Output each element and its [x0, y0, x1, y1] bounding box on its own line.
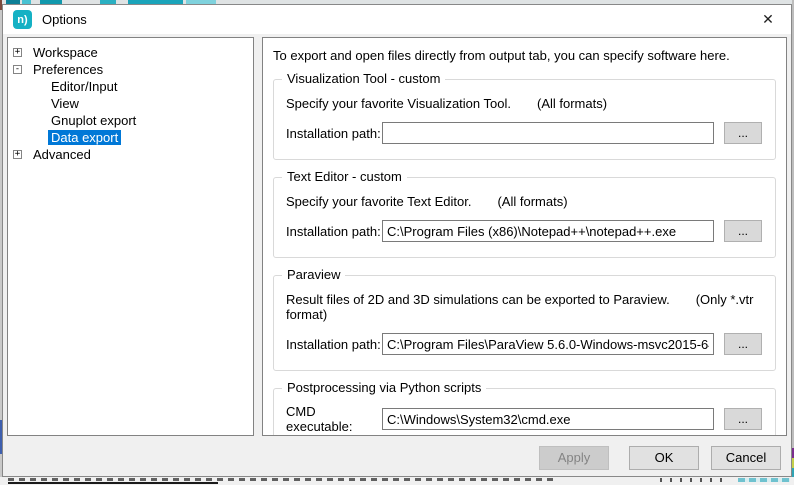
- nextnano-logo-icon: n): [13, 10, 32, 29]
- browse-button[interactable]: ...: [724, 333, 762, 355]
- tree-item-editor-input[interactable]: Editor/Input: [8, 78, 253, 95]
- close-button[interactable]: ✕: [745, 5, 791, 34]
- browse-button[interactable]: ...: [724, 408, 762, 430]
- field-row: Installation path: ...: [284, 220, 765, 242]
- tree-item-gnuplot-export[interactable]: Gnuplot export: [8, 112, 253, 129]
- group-description: Specify your favorite Visualization Tool…: [286, 96, 765, 111]
- browse-button[interactable]: ...: [724, 220, 762, 242]
- settings-tree: + Workspace - Preferences Editor/Input V…: [7, 37, 254, 436]
- intro-text: To export and open files directly from o…: [273, 48, 778, 63]
- group-description: Specify your favorite Text Editor. (All f…: [286, 194, 765, 209]
- ok-button[interactable]: OK: [629, 446, 699, 470]
- tree-item-label: Preferences: [30, 62, 106, 77]
- cancel-button[interactable]: Cancel: [711, 446, 781, 470]
- paraview-path-input[interactable]: [382, 333, 714, 355]
- screen: n) Options ✕ + Workspace - Preferences E…: [0, 0, 794, 485]
- installation-path-label: Installation path:: [286, 337, 382, 352]
- cmd-executable-label: CMD executable:: [286, 404, 382, 434]
- tree-item-data-export[interactable]: Data export: [8, 129, 253, 146]
- group-title: Text Editor - custom: [282, 169, 407, 184]
- group-paraview: Paraview Result files of 2D and 3D simul…: [273, 275, 776, 371]
- background-text-fragment: [8, 478, 558, 481]
- installation-path-label: Installation path:: [286, 224, 382, 239]
- dialog-footer: Apply OK Cancel: [3, 439, 791, 476]
- field-row: Installation path: ...: [284, 333, 765, 355]
- expand-icon[interactable]: +: [13, 48, 22, 57]
- formats-hint: (All formats): [497, 194, 567, 209]
- group-title: Visualization Tool - custom: [282, 71, 445, 86]
- group-description: Result files of 2D and 3D simulations ca…: [286, 292, 765, 322]
- group-visualization-tool: Visualization Tool - custom Specify your…: [273, 79, 776, 160]
- tree-item-label: Gnuplot export: [48, 113, 139, 128]
- tree-item-label: Workspace: [30, 45, 101, 60]
- tree-item-workspace[interactable]: + Workspace: [8, 44, 253, 61]
- formats-hint: (All formats): [537, 96, 607, 111]
- background-window-sliver-bottom: [0, 477, 794, 485]
- titlebar[interactable]: n) Options ✕: [3, 5, 791, 34]
- apply-button[interactable]: Apply: [539, 446, 609, 470]
- visualization-tool-path-input[interactable]: [382, 122, 714, 144]
- field-row: CMD executable: ...: [284, 404, 765, 434]
- installation-path-label: Installation path:: [286, 126, 382, 141]
- tree-item-label: Editor/Input: [48, 79, 121, 94]
- tree-item-label: View: [48, 96, 82, 111]
- field-row: Installation path: ...: [284, 122, 765, 144]
- background-fragment: [738, 478, 790, 482]
- data-export-settings-panel: To export and open files directly from o…: [262, 37, 787, 436]
- description-text: Specify your favorite Visualization Tool…: [286, 96, 511, 111]
- group-postprocessing-python: Postprocessing via Python scripts CMD ex…: [273, 388, 776, 436]
- tree-item-label: Advanced: [30, 147, 94, 162]
- description-text: Result files of 2D and 3D simulations ca…: [286, 292, 670, 307]
- description-text: Specify your favorite Text Editor.: [286, 194, 471, 209]
- group-title: Postprocessing via Python scripts: [282, 380, 486, 395]
- close-icon: ✕: [762, 11, 774, 28]
- group-title: Paraview: [282, 267, 345, 282]
- dialog-title: Options: [42, 12, 87, 27]
- dialog-client-area: + Workspace - Preferences Editor/Input V…: [3, 34, 791, 439]
- browse-button[interactable]: ...: [724, 122, 762, 144]
- group-text-editor: Text Editor - custom Specify your favori…: [273, 177, 776, 258]
- background-fragment: [8, 482, 218, 484]
- text-editor-path-input[interactable]: [382, 220, 714, 242]
- collapse-icon[interactable]: -: [13, 65, 22, 74]
- tree-item-label: Data export: [48, 130, 121, 145]
- options-dialog: n) Options ✕ + Workspace - Preferences E…: [2, 4, 792, 477]
- cmd-executable-input[interactable]: [382, 408, 714, 430]
- background-fragment: [660, 478, 730, 482]
- tree-item-advanced[interactable]: + Advanced: [8, 146, 253, 163]
- tree-item-view[interactable]: View: [8, 95, 253, 112]
- tree-item-preferences[interactable]: - Preferences: [8, 61, 253, 78]
- expand-icon[interactable]: +: [13, 150, 22, 159]
